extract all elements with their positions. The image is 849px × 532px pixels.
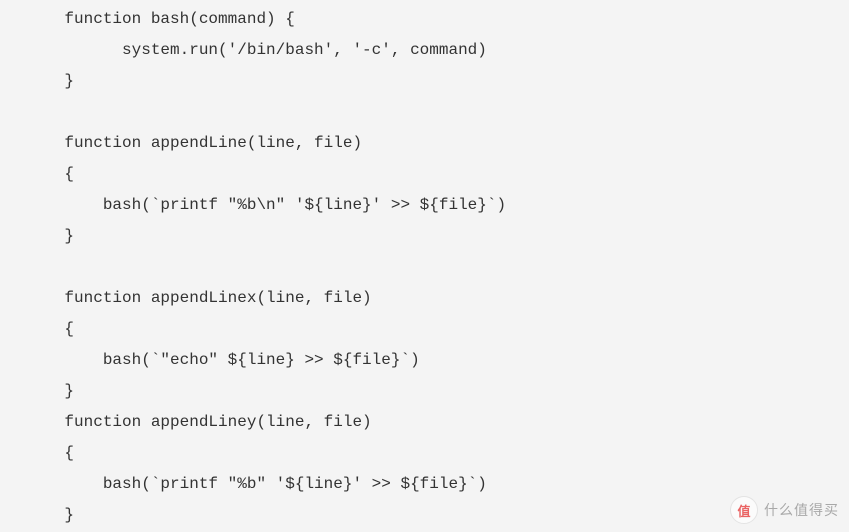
code-content: function bash(command) { system.run('/bi…	[26, 10, 506, 524]
watermark-text: 什么值得买	[764, 500, 839, 520]
watermark: 值 什么值得买	[730, 496, 839, 524]
watermark-badge-icon: 值	[730, 496, 758, 524]
code-block: function bash(command) { system.run('/bi…	[26, 4, 506, 531]
